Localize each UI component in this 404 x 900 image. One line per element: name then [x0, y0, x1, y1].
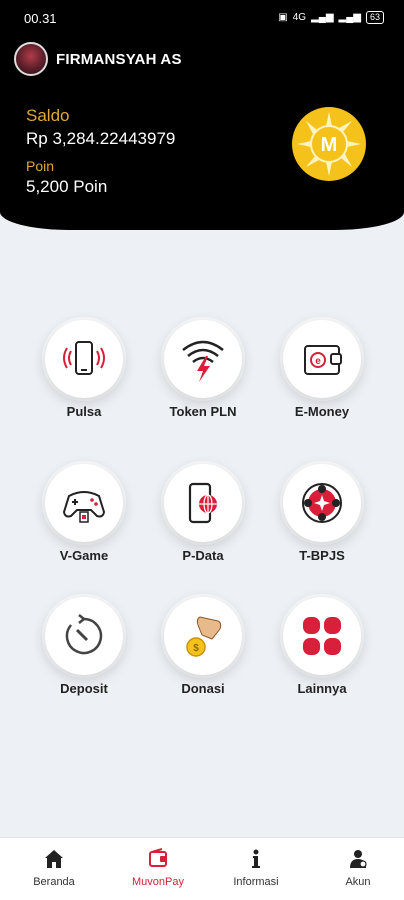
- nav-item-beranda[interactable]: Beranda: [14, 846, 94, 896]
- hand-coin-icon: $: [186, 616, 222, 657]
- menu-item-circle[interactable]: [45, 320, 123, 398]
- menu-label: Pulsa: [66, 404, 102, 419]
- deposit-clock-icon: [65, 614, 103, 655]
- poin-label: Poin: [26, 158, 55, 174]
- menu-item-pulsa[interactable]: Pulsa: [29, 320, 139, 430]
- menu-item-deposit[interactable]: Deposit: [29, 597, 139, 707]
- nav-label: Beranda: [33, 876, 75, 888]
- bpjs-icon: [302, 483, 342, 523]
- menu-item-circle[interactable]: $: [164, 597, 242, 675]
- menu-item-circle[interactable]: [164, 320, 242, 398]
- nav-label: MuvonPay: [132, 876, 184, 888]
- signal-icon: ▂▄▆: [311, 12, 334, 23]
- menu-label: P-Data: [182, 548, 224, 563]
- menu-label: V-Game: [59, 548, 109, 563]
- wallet-icon: e: [304, 345, 342, 375]
- menu-item-circle[interactable]: [164, 464, 242, 542]
- menu-item-token-pln[interactable]: Token PLN: [148, 320, 258, 430]
- menu-item-e-money[interactable]: e E-Money: [267, 320, 377, 430]
- signal-icon-2: ▂▄▆: [338, 12, 361, 23]
- menu-label: Token PLN: [169, 404, 237, 419]
- menu-item-v-game[interactable]: V-Game: [29, 464, 139, 574]
- menu-item-circle[interactable]: [283, 464, 361, 542]
- menu-label: Donasi: [181, 681, 225, 696]
- brand-logo-icon: M: [292, 107, 366, 181]
- menu-label: T-BPJS: [299, 548, 345, 563]
- phone-globe-icon: [188, 482, 217, 524]
- svg-text:M: M: [321, 134, 338, 156]
- bottom-nav: Beranda MuvonPay Informasi Akun: [0, 837, 404, 900]
- saldo-value: Rp 3,284.22443979: [26, 129, 176, 148]
- nav-label: Informasi: [233, 876, 279, 888]
- menu-item-lainnya[interactable]: Lainnya: [267, 597, 377, 707]
- menu-item-circle[interactable]: [45, 464, 123, 542]
- menu-item-circle[interactable]: e: [283, 320, 361, 398]
- gamepad-icon: [62, 491, 106, 523]
- home-icon: [45, 850, 63, 868]
- system-icons: ▣ 4G ▂▄▆ ▂▄▆ 63: [278, 11, 384, 24]
- username: FIRMANSYAH AS: [56, 51, 182, 68]
- menu-item-donasi[interactable]: $ Donasi: [148, 597, 258, 707]
- user-icon: [350, 850, 367, 868]
- wifi-lightning-icon: [182, 340, 224, 382]
- nav-item-muvonpay[interactable]: MuvonPay: [118, 846, 198, 896]
- account-header: FIRMANSYAH AS Saldo Rp 3,284.22443979 Po…: [0, 36, 404, 230]
- menu-item-p-data[interactable]: P-Data: [148, 464, 258, 574]
- phone-signal-icon: [63, 341, 105, 375]
- nav-item-akun[interactable]: Akun: [318, 846, 398, 896]
- menu-label: E-Money: [294, 404, 350, 419]
- poin-value: 5,200 Poin: [26, 177, 108, 196]
- network-type: 4G: [292, 12, 307, 23]
- saldo-label: Saldo: [26, 106, 70, 125]
- svg-text:$: $: [193, 643, 199, 654]
- wallet-icon: [149, 848, 167, 867]
- avatar[interactable]: [14, 42, 48, 76]
- menu-item-circle[interactable]: [283, 597, 361, 675]
- menu-label: Deposit: [60, 681, 108, 696]
- svg-text:e: e: [315, 356, 321, 367]
- menu-label: Lainnya: [297, 681, 347, 696]
- alarm-icon: ▣: [278, 12, 288, 23]
- info-icon: [252, 849, 260, 868]
- status-time: 00.31: [24, 11, 57, 26]
- menu-item-circle[interactable]: [45, 597, 123, 675]
- more-grid-icon: [303, 617, 341, 655]
- battery-icon: 63: [365, 11, 384, 24]
- status-bar: 00.31 ▣ 4G ▂▄▆ ▂▄▆ 63: [0, 0, 404, 36]
- nav-label: Akun: [345, 876, 371, 888]
- nav-item-informasi[interactable]: Informasi: [216, 846, 296, 896]
- menu-item-t-bpjs[interactable]: T-BPJS: [267, 464, 377, 574]
